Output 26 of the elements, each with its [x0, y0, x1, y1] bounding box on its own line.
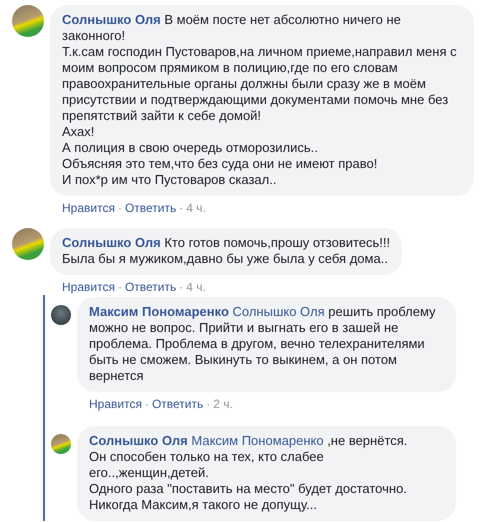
reply-link[interactable]: Ответить	[124, 200, 176, 216]
like-link[interactable]: Нравится	[62, 200, 115, 216]
comment-text: Солнышко Оля В моём посте нет абсолютно ничего не законного! Т.к.сам господин Пустоваров,на личном приеме,направил меня с моим вопросом прямиком в полицию,где по его словам правоохранительные органы должны были сразу же в моём присутствии и подтверждающими документами помочь мне без препятствий зайти к себе домой! Ахах! А полиция в свою очередь отморозились.. Объясняя это тем,что без суда они не имеют право! И пох*р им что Пустоваров сказал..	[62, 12, 458, 188]
timestamp: 2 ч.	[213, 396, 233, 412]
author-link[interactable]: Солнышко Оля	[62, 235, 161, 250]
author-link[interactable]: Максим Пономаренко	[89, 304, 229, 319]
separator-dot: ·	[118, 200, 122, 216]
separator-dot: ·	[144, 396, 149, 412]
separator-dot: ·	[179, 279, 184, 295]
timestamp: 4 ч.	[186, 279, 206, 295]
timestamp: 4 ч.	[186, 200, 206, 216]
like-link[interactable]: Нравится	[62, 279, 115, 295]
mention-link[interactable]: Солнышко Оля	[232, 304, 325, 319]
separator-dot: ·	[206, 396, 210, 412]
mention-link[interactable]: Максим Пономаренко	[191, 433, 324, 448]
like-link[interactable]: Нравится	[89, 396, 142, 412]
author-link[interactable]: Солнышко Оля	[89, 433, 188, 448]
separator-dot: ·	[179, 200, 184, 216]
reply-link[interactable]: Ответить	[152, 396, 204, 412]
comment-text: Солнышко Оля Максим Пономаренко ,не вернётся. Он способен только на тех, кто слабее его..,женщин,детей. Одного раза "поставить на место" будет достаточно. Никогда Максим,я такого не допущу...	[89, 433, 408, 513]
separator-dot: ·	[118, 279, 122, 295]
author-link[interactable]: Солнышко Оля	[62, 12, 161, 27]
comment-text: Солнышко Оля Кто готов помочь,прошу отзовитесь!!! Была бы я мужиком,давно бы уже была у себя дома..	[62, 235, 390, 267]
comment-text: Максим Пономаренко Солнышко Оля решить проблему можно не вопрос. Прийти и выгнать его в зашей не проблема. Проблема в другом, вечно телехранителями быть не сможем. Выкинуть то выкинем, а он потом вернется	[89, 304, 437, 384]
avatar-circle[interactable]	[51, 305, 71, 325]
reply-link[interactable]: Ответить	[124, 279, 176, 295]
